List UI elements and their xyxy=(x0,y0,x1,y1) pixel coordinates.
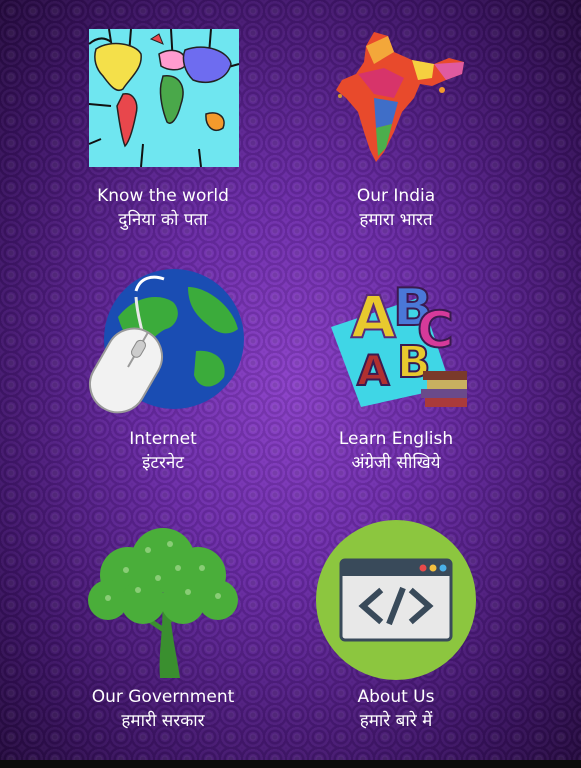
svg-text:B: B xyxy=(397,337,431,388)
tree-icon xyxy=(78,525,248,678)
code-window-icon xyxy=(311,520,481,680)
abc-books-icon: A B C A B xyxy=(311,267,481,417)
tile-label-hi: हमारे बारे में xyxy=(359,711,433,731)
tile-label-hi: अंग्रेजी सीखिये xyxy=(351,453,441,473)
bottom-bar xyxy=(0,760,581,768)
tile-label-en: Learn English xyxy=(338,429,454,449)
menu-grid: Know the world दुनिया को पता Our India ह… xyxy=(0,0,581,768)
tile-internet[interactable]: Internet इंटरनेट xyxy=(33,267,293,497)
tile-our-government[interactable]: Our Government हमारी सरकार xyxy=(33,525,293,755)
svg-text:A: A xyxy=(357,346,390,395)
india-map-icon xyxy=(311,24,481,174)
tile-label-hi: हमारा भारत xyxy=(359,210,433,230)
tile-label-en: Our India xyxy=(356,186,436,206)
tile-label-en: Know the world xyxy=(97,186,229,206)
tile-know-the-world[interactable]: Know the world दुनिया को पता xyxy=(33,24,293,254)
tile-label-hi: दुनिया को पता xyxy=(118,210,208,230)
globe-mouse-icon xyxy=(78,267,248,417)
tile-about-us[interactable]: About Us हमारे बारे में xyxy=(266,520,526,755)
tile-learn-english[interactable]: A B C A B Learn English अंग्रेजी सीखिये xyxy=(266,267,526,497)
tile-label-en: Our Government xyxy=(91,687,235,707)
tile-label-en: Internet xyxy=(129,429,197,449)
world-map-icon xyxy=(78,24,248,174)
tile-label-en: About Us xyxy=(357,687,435,707)
tile-our-india[interactable]: Our India हमारा भारत xyxy=(266,24,526,254)
tile-label-hi: इंटरनेट xyxy=(142,453,184,473)
tile-label-hi: हमारी सरकार xyxy=(121,711,205,731)
svg-text:A: A xyxy=(351,283,396,351)
